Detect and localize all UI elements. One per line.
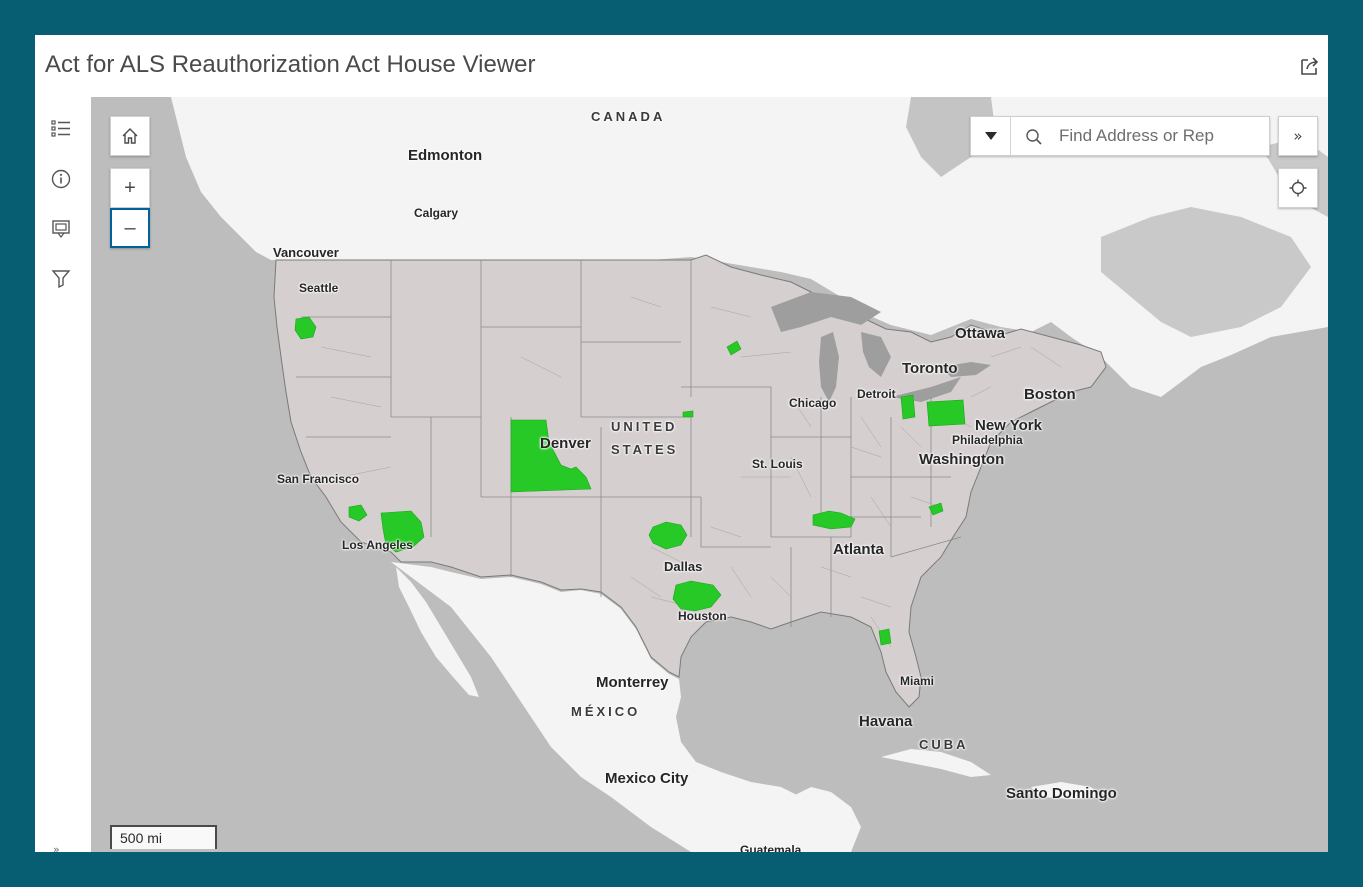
scale-bar: 500 mi [110,825,217,849]
label-states: STATES [611,442,679,457]
label-canada: CANADA [591,109,666,124]
search-input[interactable] [1059,121,1259,151]
district-ohio [900,394,916,420]
label-havana: Havana [859,713,913,730]
district-florida [878,628,892,646]
label-monterrey: Monterrey [596,674,669,691]
share-icon[interactable] [1298,54,1322,78]
filter-icon[interactable] [49,266,73,290]
label-guatemala: Guatemala [740,843,802,852]
locate-icon [1289,179,1307,197]
label-atlanta: Atlanta [833,541,884,558]
label-los-angeles: Los Angeles [342,538,413,552]
expand-panel-button[interactable]: » [1278,116,1318,156]
app-header: Act for ALS Reauthorization Act House Vi… [35,35,1328,97]
label-united: UNITED [611,419,678,434]
info-icon[interactable] [49,167,73,191]
label-st-louis: St. Louis [752,457,803,471]
home-button[interactable] [110,116,150,156]
label-edmonton: Edmonton [408,147,483,164]
label-miami: Miami [900,674,935,688]
cuba-land [881,749,991,777]
district-pennsylvania [926,399,966,427]
label-mexico-city: Mexico City [605,770,689,787]
label-mexico: MÉXICO [571,704,641,719]
label-ottawa: Ottawa [955,325,1006,342]
search-widget [970,116,1270,156]
district-kansas [682,410,694,418]
label-toronto: Toronto [902,360,958,377]
map-view[interactable]: CANADA Edmonton Calgary Vancouver Seattl… [91,97,1328,852]
search-icon [1026,129,1042,145]
label-houston: Houston [678,609,727,623]
search-source-dropdown[interactable] [971,117,1011,155]
zoom-out-button[interactable]: – [110,208,150,248]
label-philadelphia: Philadelphia [952,433,1023,447]
sidebar-collapse-button[interactable]: » [53,843,60,852]
label-boston: Boston [1024,386,1076,403]
label-cuba: CUBA [919,737,969,752]
zoom-in-button[interactable]: + [110,168,150,208]
app-window: Act for ALS Reauthorization Act House Vi… [35,35,1328,852]
central-america-land [791,787,861,852]
label-washington: Washington [919,451,1005,468]
label-dallas: Dallas [664,559,703,574]
label-calgary: Calgary [414,206,459,220]
sidebar: » [35,97,91,852]
label-seattle: Seattle [299,281,339,295]
label-vancouver: Vancouver [273,245,339,260]
home-icon [122,128,138,144]
us-land [273,254,1107,708]
label-santo-domingo: Santo Domingo [1006,785,1117,802]
label-san-francisco: San Francisco [277,472,360,486]
legend-icon[interactable] [49,216,73,240]
label-denver: Denver [540,435,591,452]
app-title: Act for ALS Reauthorization Act House Vi… [45,51,536,78]
label-new-york: New York [975,417,1042,434]
locate-button[interactable] [1278,168,1318,208]
layer-list-icon[interactable] [49,117,73,141]
caret-down-icon [984,132,997,140]
label-chicago: Chicago [789,396,837,410]
label-detroit: Detroit [857,387,896,401]
